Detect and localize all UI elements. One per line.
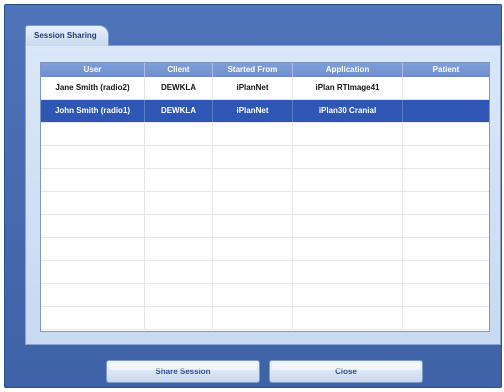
empty-cell — [293, 192, 403, 214]
empty-cell — [213, 123, 293, 145]
close-button[interactable]: Close — [269, 360, 423, 383]
share-session-button[interactable]: Share Session — [106, 360, 260, 383]
empty-cell — [403, 238, 489, 260]
header-patient[interactable]: Patient — [403, 63, 489, 77]
empty-cell — [293, 146, 403, 168]
table-row-empty[interactable] — [41, 284, 489, 307]
empty-cell — [145, 123, 213, 145]
table-row-empty[interactable] — [41, 169, 489, 192]
table-row-empty[interactable] — [41, 261, 489, 284]
table-row-empty[interactable] — [41, 238, 489, 261]
session-sharing-dialog: Session Sharing User Client Started From… — [4, 4, 502, 388]
empty-cell — [293, 169, 403, 191]
header-started-from[interactable]: Started From — [213, 63, 293, 77]
empty-cell — [145, 284, 213, 306]
empty-cell — [41, 146, 145, 168]
header-user[interactable]: User — [41, 63, 145, 77]
empty-cell — [403, 261, 489, 283]
empty-cell — [145, 146, 213, 168]
empty-cell — [213, 307, 293, 329]
empty-cell — [403, 215, 489, 237]
share-session-button-shine — [109, 363, 257, 370]
empty-cell — [41, 261, 145, 283]
empty-cell — [293, 261, 403, 283]
empty-cell — [41, 238, 145, 260]
empty-cell — [403, 307, 489, 329]
empty-cell — [293, 238, 403, 260]
table-row-empty[interactable] — [41, 123, 489, 146]
table-row-empty[interactable] — [41, 146, 489, 169]
table-header: User Client Started From Application Pat… — [41, 63, 489, 77]
client-cell: DEWKLA — [145, 77, 213, 99]
empty-cell — [293, 307, 403, 329]
table-row[interactable]: Jane Smith (radio2) DEWKLA iPlanNet iPla… — [41, 77, 489, 100]
patient-cell — [403, 100, 489, 122]
empty-cell — [145, 169, 213, 191]
user-cell: John Smith (radio1) — [41, 100, 145, 122]
empty-cell — [41, 169, 145, 191]
empty-cell — [403, 123, 489, 145]
session-sharing-panel: User Client Started From Application Pat… — [25, 45, 501, 345]
empty-cell — [145, 215, 213, 237]
empty-cell — [41, 215, 145, 237]
user-cell: Jane Smith (radio2) — [41, 77, 145, 99]
empty-cell — [293, 284, 403, 306]
empty-cell — [41, 284, 145, 306]
empty-cell — [145, 238, 213, 260]
empty-cell — [293, 215, 403, 237]
empty-cell — [213, 192, 293, 214]
empty-cell — [145, 261, 213, 283]
empty-cell — [213, 215, 293, 237]
empty-cell — [213, 146, 293, 168]
empty-cell — [293, 123, 403, 145]
empty-cell — [41, 192, 145, 214]
application-cell: iPlan RTImage41 — [293, 77, 403, 99]
started-from-cell: iPlanNet — [213, 77, 293, 99]
empty-cell — [403, 192, 489, 214]
empty-cell — [41, 123, 145, 145]
table-row-empty[interactable] — [41, 307, 489, 330]
tab-session-sharing-label: Session Sharing — [34, 31, 97, 40]
empty-cell — [403, 169, 489, 191]
patient-cell — [403, 77, 489, 99]
empty-cell — [213, 238, 293, 260]
application-cell: iPlan30 Cranial — [293, 100, 403, 122]
empty-cell — [213, 169, 293, 191]
empty-cell — [145, 192, 213, 214]
client-cell: DEWKLA — [145, 100, 213, 122]
dialog-footer: Share Session Close — [8, 351, 504, 392]
table-row-selected[interactable]: John Smith (radio1) DEWKLA iPlanNet iPla… — [41, 100, 489, 123]
empty-cell — [41, 307, 145, 329]
tab-session-sharing[interactable]: Session Sharing — [25, 25, 109, 46]
empty-cell — [213, 261, 293, 283]
empty-cell — [213, 284, 293, 306]
close-button-shine — [272, 363, 420, 370]
header-application[interactable]: Application — [293, 63, 403, 77]
table-row-empty[interactable] — [41, 215, 489, 238]
empty-cell — [145, 307, 213, 329]
sessions-table: User Client Started From Application Pat… — [40, 62, 490, 332]
table-row-empty[interactable] — [41, 192, 489, 215]
empty-cell — [403, 284, 489, 306]
empty-cell — [403, 146, 489, 168]
header-client[interactable]: Client — [145, 63, 213, 77]
started-from-cell: iPlanNet — [213, 100, 293, 122]
